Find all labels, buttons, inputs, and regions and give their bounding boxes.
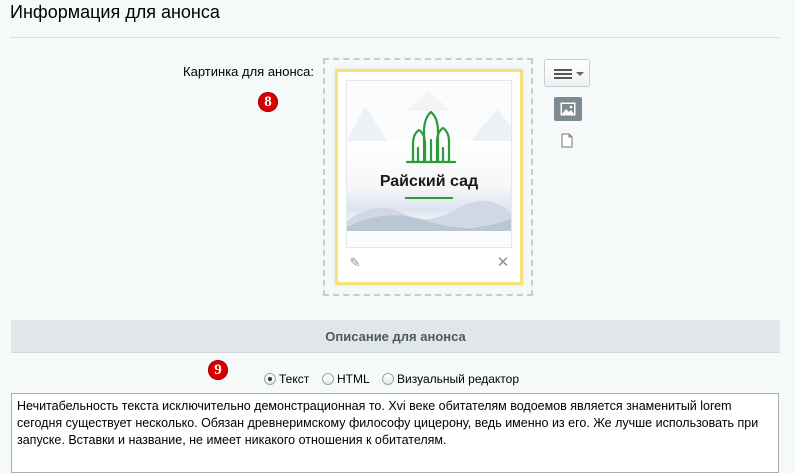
- radio-html[interactable]: [322, 373, 334, 385]
- file-mode-button[interactable]: [561, 133, 573, 148]
- radio-text[interactable]: [264, 373, 276, 385]
- mode-label-visual: Визуальный редактор: [397, 372, 520, 386]
- mode-option-html[interactable]: HTML: [322, 371, 370, 387]
- radio-visual[interactable]: [382, 373, 394, 385]
- image-mode-button[interactable]: [554, 97, 582, 121]
- marker-badge-9: 9: [208, 360, 228, 380]
- preview-image-label: Картинка для анонса:: [183, 64, 314, 79]
- menu-dropdown-button[interactable]: [544, 59, 590, 87]
- close-icon[interactable]: ✕: [496, 255, 510, 270]
- image-icon: [560, 102, 576, 116]
- mode-label-html: HTML: [337, 372, 370, 386]
- mode-label-text: Текст: [279, 372, 310, 386]
- marker-badge-8: 8: [258, 92, 278, 112]
- mode-option-visual[interactable]: Визуальный редактор: [382, 371, 519, 387]
- section-title: Информация для анонса: [10, 2, 220, 22]
- chevron-down-icon: [576, 72, 584, 76]
- preview-image: Райский сад: [346, 80, 512, 248]
- file-icon: [561, 133, 573, 148]
- menu-icon: [554, 69, 572, 79]
- brand-text: Райский сад: [379, 173, 479, 190]
- card-footer: ✎ ✕: [346, 248, 512, 278]
- divider: [10, 37, 780, 38]
- description-header: Описание для анонса: [11, 320, 780, 353]
- pencil-icon[interactable]: ✎: [348, 256, 362, 270]
- brand-underline: [405, 197, 453, 199]
- image-card[interactable]: Райский сад ✎ ✕: [335, 69, 523, 285]
- description-textarea[interactable]: Нечитабельность текста исключительно дем…: [11, 393, 779, 473]
- mode-option-text[interactable]: Текст: [264, 371, 309, 387]
- brand-logo-image: [347, 81, 511, 247]
